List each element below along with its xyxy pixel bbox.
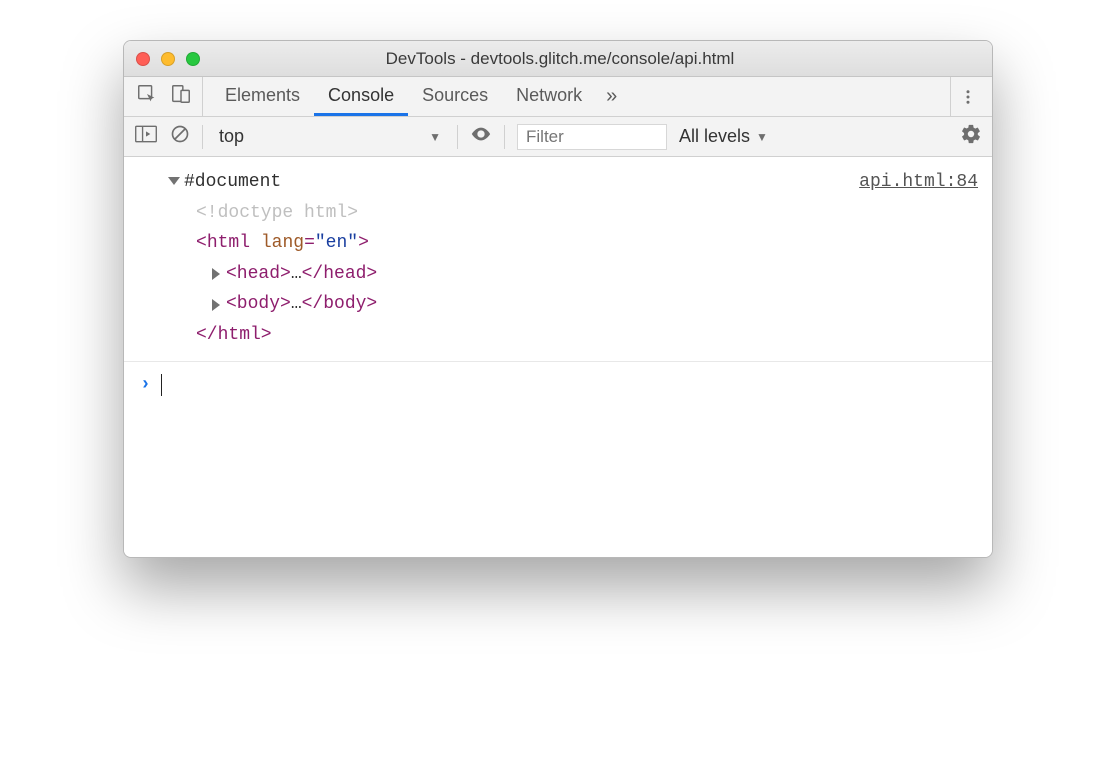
inspect-element-icon[interactable] — [136, 83, 158, 110]
clear-console-icon[interactable] — [170, 124, 190, 149]
log-level-label: All levels — [679, 126, 750, 147]
head-node[interactable]: <head>…</head> — [168, 259, 978, 290]
document-node-label: #document — [184, 172, 281, 192]
dom-tree-document[interactable]: #document — [168, 167, 978, 198]
chevron-down-icon: ▼ — [429, 130, 441, 144]
devtools-tabbar: Elements Console Sources Network » — [124, 77, 992, 117]
tab-sources[interactable]: Sources — [408, 77, 502, 116]
live-expression-icon[interactable] — [470, 123, 492, 150]
devtools-window: DevTools - devtools.glitch.me/console/ap… — [123, 40, 993, 558]
window-title: DevTools - devtools.glitch.me/console/ap… — [140, 49, 980, 69]
body-node[interactable]: <body>…</body> — [168, 289, 978, 320]
toggle-device-toolbar-icon[interactable] — [170, 83, 192, 110]
console-sidebar-toggle-icon[interactable] — [134, 124, 158, 149]
disclosure-triangle-open-icon[interactable] — [168, 177, 180, 185]
devtools-menu-button[interactable] — [950, 77, 984, 116]
text-cursor — [161, 374, 163, 396]
console-message[interactable]: api.html:84 #document <!doctype html> <h… — [124, 157, 992, 362]
html-close-tag: </html> — [168, 320, 978, 351]
filter-input[interactable] — [517, 124, 667, 150]
tab-elements[interactable]: Elements — [211, 77, 314, 116]
prompt-chevron-icon: › — [140, 370, 151, 401]
tabs-overflow-button[interactable]: » — [596, 77, 627, 116]
titlebar: DevTools - devtools.glitch.me/console/ap… — [124, 41, 992, 77]
console-toolbar: top ▼ All levels ▼ — [124, 117, 992, 157]
execution-context-select[interactable]: top ▼ — [215, 126, 445, 147]
tab-console[interactable]: Console — [314, 77, 408, 116]
console-prompt[interactable]: › — [124, 362, 992, 409]
disclosure-triangle-closed-icon[interactable] — [212, 299, 220, 311]
html-open-tag[interactable]: <html lang="en"> — [168, 228, 978, 259]
execution-context-label: top — [219, 126, 244, 147]
tab-network[interactable]: Network — [502, 77, 596, 116]
console-settings-icon[interactable] — [960, 123, 982, 150]
source-link[interactable]: api.html:84 — [859, 167, 978, 198]
chevron-down-icon: ▼ — [756, 130, 768, 144]
console-output: api.html:84 #document <!doctype html> <h… — [124, 157, 992, 557]
doctype-node: <!doctype html> — [168, 198, 978, 229]
disclosure-triangle-closed-icon[interactable] — [212, 268, 220, 280]
log-level-select[interactable]: All levels ▼ — [679, 126, 768, 147]
